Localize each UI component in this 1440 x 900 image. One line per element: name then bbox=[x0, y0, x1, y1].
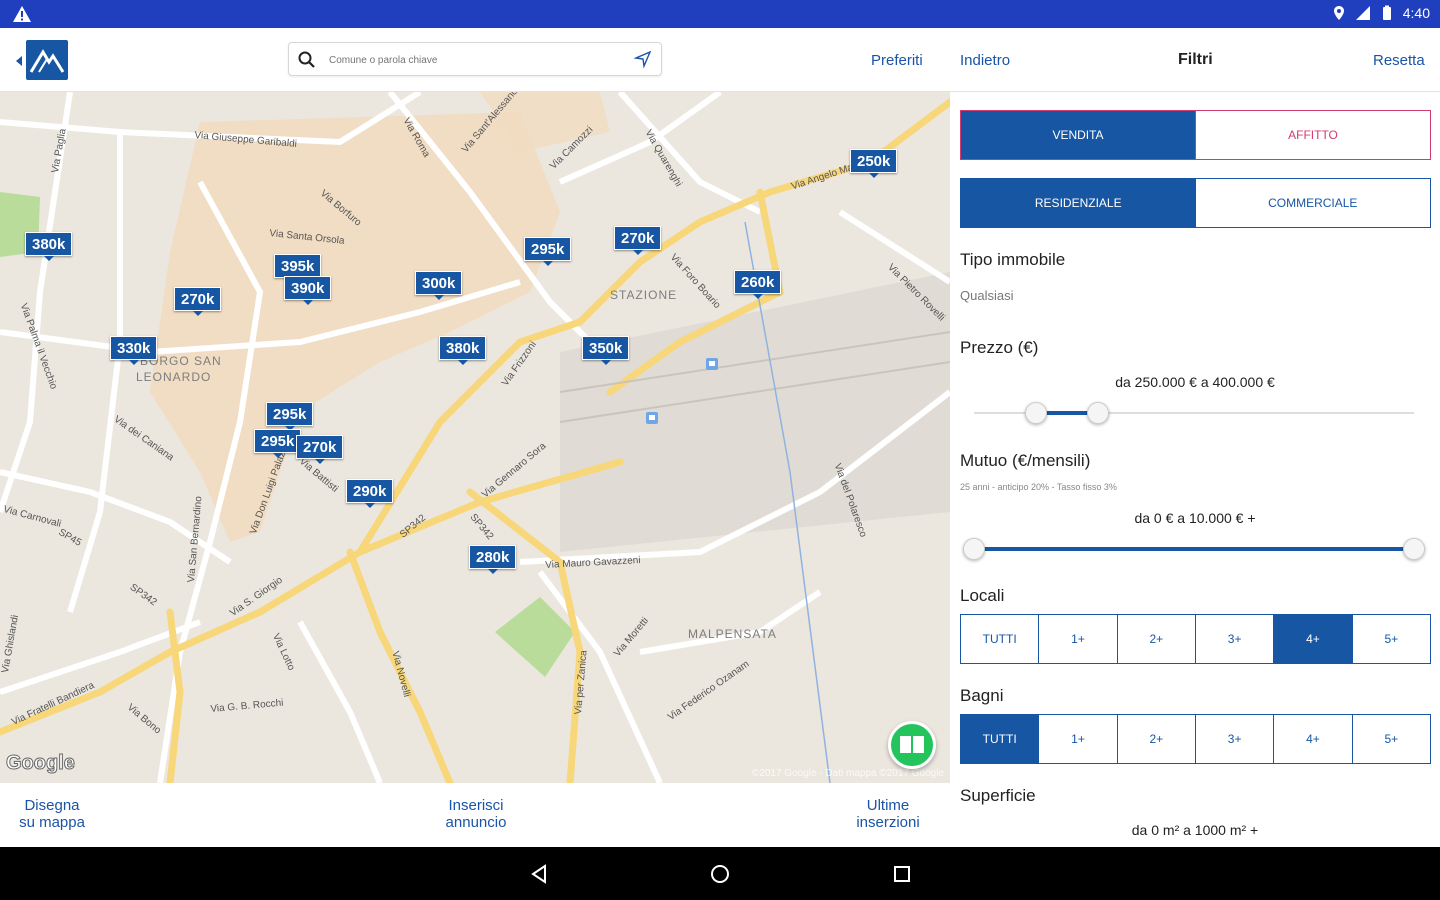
baths-option[interactable]: 3+ bbox=[1195, 715, 1275, 763]
nav-recents-icon[interactable] bbox=[891, 863, 913, 885]
book-fab[interactable] bbox=[888, 721, 936, 769]
warning-icon bbox=[13, 6, 31, 22]
baths-option[interactable]: 4+ bbox=[1274, 715, 1353, 763]
price-pin[interactable]: 290k bbox=[346, 479, 394, 508]
bottom-actions: Disegna su mappa Inserisci annuncio Ulti… bbox=[0, 783, 950, 847]
rent-option[interactable]: AFFITTO bbox=[1196, 111, 1430, 159]
mortgage-note: 25 anni - anticipo 20% - Tasso fisso 3% bbox=[960, 482, 1117, 492]
draw-on-map-line1: Disegna bbox=[24, 797, 80, 814]
baths-selector: TUTTI 1+ 2+ 3+ 4+ 5+ bbox=[960, 714, 1431, 764]
price-min-handle[interactable] bbox=[1025, 402, 1047, 424]
search-input[interactable] bbox=[329, 52, 619, 68]
sale-option[interactable]: VENDITA bbox=[961, 111, 1196, 159]
my-location-icon[interactable] bbox=[633, 49, 653, 69]
search-box[interactable] bbox=[288, 42, 662, 76]
latest-listings-line1: Ultime bbox=[866, 797, 910, 814]
price-label: Prezzo (€) bbox=[960, 338, 1039, 357]
price-slider[interactable] bbox=[974, 402, 1414, 424]
latest-listings-line2: inserzioni bbox=[856, 814, 920, 831]
filters-title: Filtri bbox=[1178, 51, 1213, 68]
status-icons: 4:40 bbox=[1331, 5, 1430, 21]
app-logo[interactable] bbox=[26, 40, 68, 80]
insert-ad-line1: Inserisci bbox=[448, 797, 504, 814]
price-pin[interactable]: 390k bbox=[284, 276, 332, 305]
baths-option[interactable]: 1+ bbox=[1039, 715, 1118, 763]
insert-ad-line2: annuncio bbox=[445, 814, 507, 831]
bus-stop-icon[interactable] bbox=[646, 412, 658, 424]
search-icon bbox=[298, 51, 315, 68]
status-time: 4:40 bbox=[1402, 5, 1430, 21]
rooms-option[interactable]: 4+ bbox=[1274, 615, 1353, 663]
rooms-option[interactable]: 5+ bbox=[1352, 615, 1430, 663]
favorites-link[interactable]: Preferiti bbox=[871, 52, 923, 69]
area-label: STAZIONE bbox=[610, 288, 678, 302]
back-link[interactable]: Indietro bbox=[960, 52, 1010, 69]
price-pin[interactable]: 270k bbox=[614, 226, 662, 255]
reset-link[interactable]: Resetta bbox=[1373, 52, 1425, 69]
google-logo: Google bbox=[6, 752, 76, 775]
rooms-label: Locali bbox=[960, 586, 1005, 605]
property-type-label: Tipo immobile bbox=[960, 250, 1066, 269]
book-icon bbox=[900, 736, 924, 753]
draw-on-map-button[interactable]: Disegna su mappa bbox=[0, 797, 112, 831]
mortgage-slider[interactable] bbox=[963, 538, 1425, 560]
map-view[interactable]: Via Giuseppe Garibaldi Via Santa Orsola … bbox=[0, 92, 950, 783]
latest-listings-button[interactable]: Ultime inserzioni bbox=[828, 797, 948, 831]
draw-on-map-line2: su mappa bbox=[19, 814, 85, 831]
mortgage-max-handle[interactable] bbox=[1403, 538, 1425, 560]
area-label: LEONARDO bbox=[136, 370, 212, 384]
mortgage-range-text: da 0 € a 10.000 € + bbox=[1134, 510, 1256, 526]
rooms-option[interactable]: 2+ bbox=[1117, 615, 1196, 663]
price-pin[interactable]: 380k bbox=[25, 232, 73, 261]
insert-ad-button[interactable]: Inserisci annuncio bbox=[416, 797, 536, 831]
baths-option[interactable]: 5+ bbox=[1352, 715, 1430, 763]
price-pin[interactable]: 300k bbox=[415, 271, 463, 300]
price-pin[interactable]: 380k bbox=[439, 336, 487, 365]
mortgage-label: Mutuo (€/mensili) bbox=[960, 451, 1091, 470]
mortgage-min-handle[interactable] bbox=[963, 538, 985, 560]
contract-toggle: VENDITA AFFITTO bbox=[960, 110, 1431, 160]
price-pin[interactable]: 280k bbox=[469, 545, 517, 574]
rooms-option[interactable]: 3+ bbox=[1195, 615, 1275, 663]
nav-home-icon[interactable] bbox=[709, 863, 731, 885]
price-pin[interactable]: 330k bbox=[110, 336, 158, 365]
rooms-option[interactable]: TUTTI bbox=[961, 615, 1040, 663]
nav-back-icon[interactable] bbox=[528, 863, 550, 885]
bus-stop-icon[interactable] bbox=[706, 358, 718, 370]
battery-icon bbox=[1382, 5, 1391, 20]
area-label: MALPENSATA bbox=[688, 627, 777, 641]
property-type-value[interactable]: Qualsiasi bbox=[960, 288, 1013, 303]
residential-option[interactable]: RESIDENZIALE bbox=[961, 179, 1196, 227]
surface-range-text: da 0 m² a 1000 m² + bbox=[1131, 822, 1259, 838]
location-icon bbox=[1333, 6, 1344, 20]
price-pin[interactable]: 350k bbox=[582, 336, 630, 365]
baths-label: Bagni bbox=[960, 686, 1004, 705]
price-pin[interactable]: 270k bbox=[174, 287, 222, 316]
category-toggle: RESIDENZIALE COMMERCIALE bbox=[960, 178, 1431, 228]
price-pin[interactable]: 260k bbox=[734, 270, 782, 299]
app-root: 4:40 Preferiti Indietro Filtri Resetta bbox=[0, 0, 1440, 900]
signal-icon bbox=[1355, 6, 1370, 20]
filters-panel: VENDITA AFFITTO RESIDENZIALE COMMERCIALE… bbox=[950, 92, 1440, 847]
price-pin[interactable]: 295k bbox=[524, 237, 572, 266]
price-max-handle[interactable] bbox=[1087, 402, 1109, 424]
price-pin[interactable]: 295k bbox=[254, 429, 302, 458]
status-bar: 4:40 bbox=[0, 0, 1440, 28]
surface-label: Superficie bbox=[960, 786, 1036, 805]
baths-option[interactable]: 2+ bbox=[1117, 715, 1196, 763]
price-pin[interactable]: 395k bbox=[274, 254, 322, 283]
rooms-selector: TUTTI 1+ 2+ 3+ 4+ 5+ bbox=[960, 614, 1431, 664]
commercial-option[interactable]: COMMERCIALE bbox=[1195, 179, 1430, 227]
price-pin[interactable]: 250k bbox=[850, 149, 898, 178]
price-range-text: da 250.000 € a 400.000 € bbox=[1115, 374, 1275, 390]
price-pin[interactable]: 270k bbox=[296, 435, 344, 464]
baths-option[interactable]: TUTTI bbox=[961, 715, 1040, 763]
back-arrow-icon[interactable] bbox=[16, 56, 22, 66]
app-bar: Preferiti Indietro Filtri Resetta bbox=[0, 28, 1440, 92]
logo-icon bbox=[29, 49, 65, 73]
system-nav-bar bbox=[0, 847, 1440, 900]
mortgage-slider-fill bbox=[974, 547, 1414, 551]
rooms-option[interactable]: 1+ bbox=[1039, 615, 1118, 663]
price-pin[interactable]: 295k bbox=[266, 402, 314, 431]
